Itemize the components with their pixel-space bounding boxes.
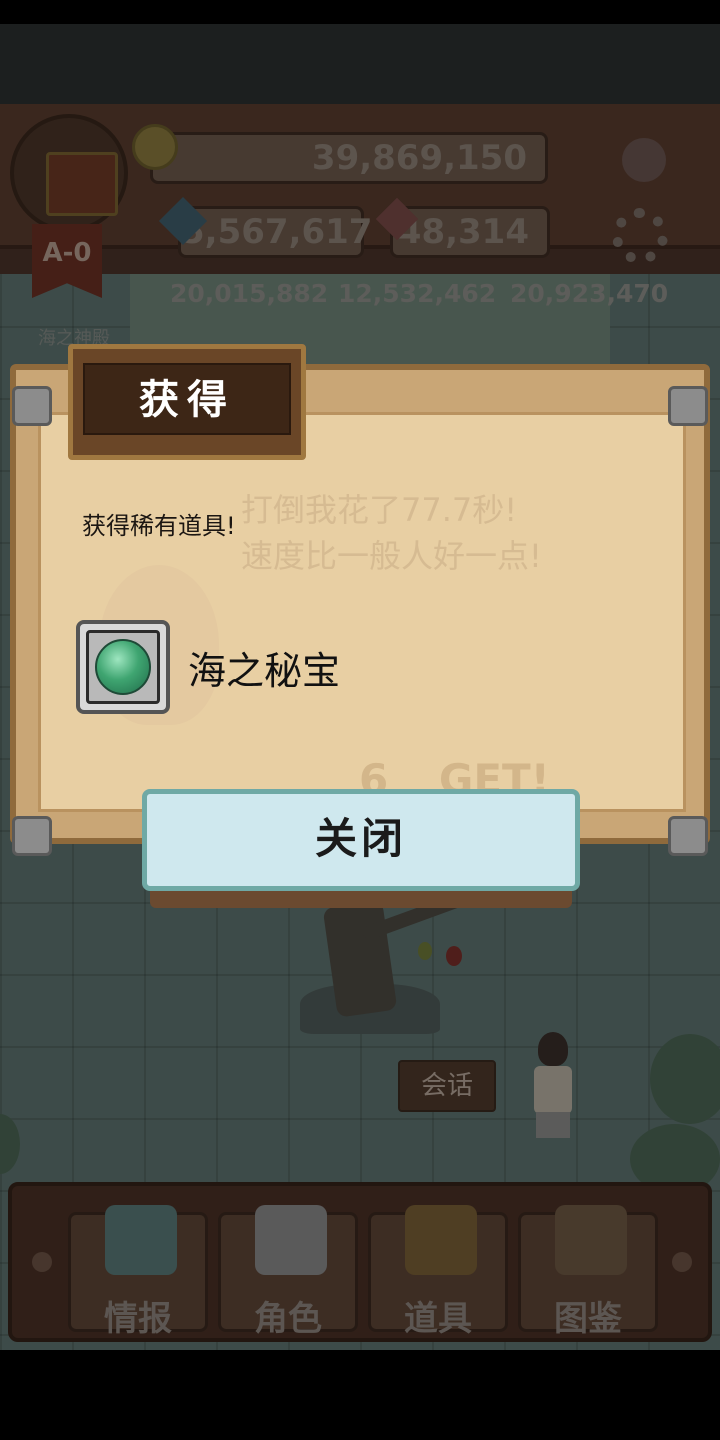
background-line: 速度比一般人好一点! <box>241 537 542 575</box>
navigation-bar <box>0 1350 720 1440</box>
item-frame <box>86 630 160 704</box>
dialog-parchment: 打倒我花了77.7秒! 速度比一般人好一点! 6 GET! <box>38 412 686 812</box>
dialog-title: 获得 <box>83 363 291 435</box>
status-bar <box>0 0 720 24</box>
reward-dialog: 打倒我花了77.7秒! 速度比一般人好一点! 6 GET! 获得 获得稀有道具!… <box>10 344 710 856</box>
sea-treasure-orb-icon <box>95 639 151 695</box>
close-button[interactable]: 关闭 <box>142 789 580 891</box>
frame-corner <box>12 386 52 426</box>
title-plate: 获得 <box>68 344 306 460</box>
game-screen: 会话 39,869,150 5,567,617 48,314 A-0 20,01… <box>0 24 720 1350</box>
reward-item-name: 海之秘宝 <box>188 649 341 693</box>
reward-message: 获得稀有道具! <box>82 512 236 540</box>
background-line: 打倒我花了77.7秒! <box>241 491 518 529</box>
frame-corner <box>668 386 708 426</box>
reward-item-slot[interactable] <box>76 620 170 714</box>
frame-corner <box>668 816 708 856</box>
frame-corner <box>12 816 52 856</box>
